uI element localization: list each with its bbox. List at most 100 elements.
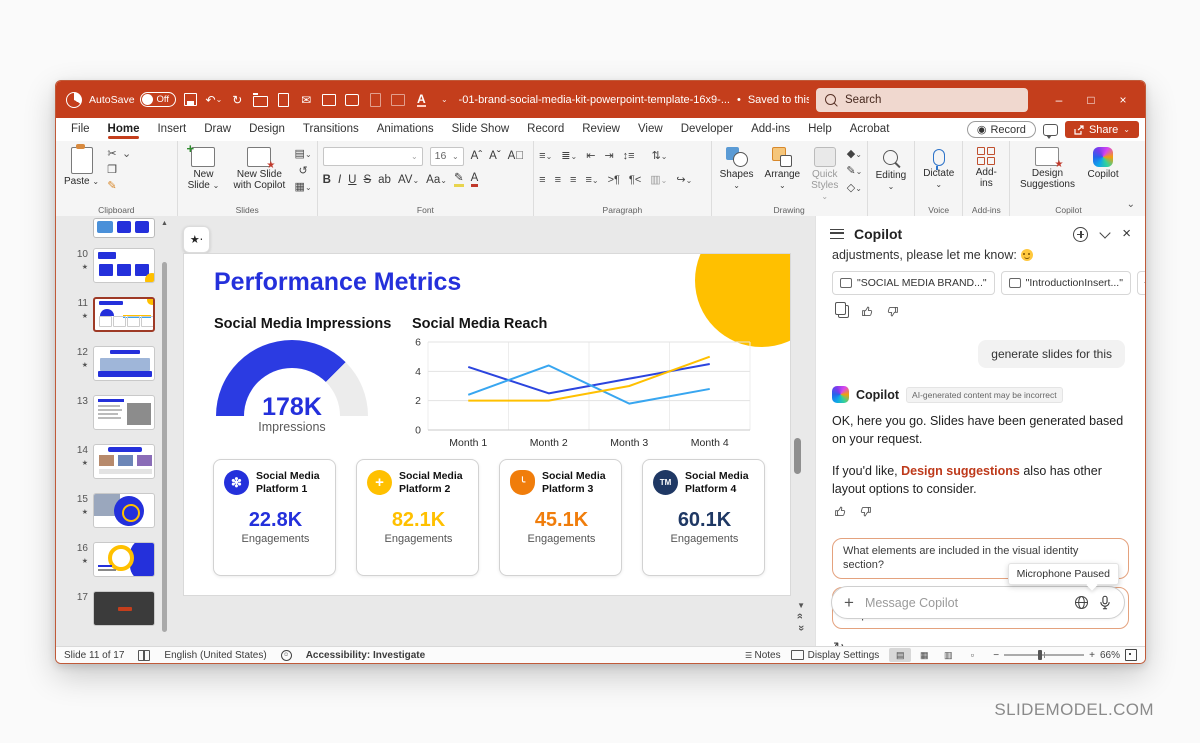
design-suggestions-link[interactable]: Design suggestions — [901, 464, 1020, 478]
dictate-button[interactable]: Dictate⌄ — [920, 146, 957, 191]
saved-status[interactable]: Saved to this PC ⌄ — [748, 94, 809, 106]
decrease-font-icon[interactable]: Aˇ — [489, 150, 501, 162]
bold-icon[interactable]: B — [323, 174, 331, 186]
maximize-button[interactable]: □ — [1077, 93, 1105, 107]
spellcheck-icon[interactable] — [138, 650, 150, 661]
character-spacing-icon[interactable]: AV⌄ — [398, 174, 419, 186]
copilot-input-box[interactable]: + — [831, 586, 1125, 619]
slide-thumbnail-11-selected[interactable]: 11★ — [70, 297, 171, 332]
copy-response-icon[interactable] — [838, 305, 849, 318]
new-slide-with-copilot-button[interactable]: ★ New Slide with Copilot — [229, 146, 289, 192]
open-icon[interactable] — [252, 92, 268, 108]
shadow-icon[interactable]: ab — [378, 174, 391, 186]
slide-thumbnail-17[interactable]: 17★ — [70, 591, 171, 626]
slide-layout-icon[interactable]: ▤⌄ — [295, 148, 312, 161]
italic-icon[interactable]: I — [338, 174, 341, 186]
undo-icon[interactable]: ↶⌄ — [206, 92, 223, 108]
add-content-icon[interactable]: + — [844, 593, 854, 613]
shape-effects-icon[interactable]: ◇⌄ — [847, 182, 862, 195]
thumbnail-scrollbar[interactable]: ▲ — [161, 224, 168, 642]
slide-sorter-view-button[interactable]: ▦ — [913, 648, 935, 662]
new-slide-button[interactable]: + New Slide ⌄ — [183, 146, 225, 192]
tab-animations[interactable]: Animations — [368, 121, 443, 139]
share-button[interactable]: Share⌄ — [1065, 121, 1139, 138]
tab-acrobat[interactable]: Acrobat — [841, 121, 899, 139]
slide-thumbnail-13[interactable]: 13★ — [70, 395, 171, 430]
collapse-ribbon-chevron[interactable]: ⌄ — [1127, 199, 1135, 210]
more-references-chip[interactable]: +15 — [1137, 271, 1146, 295]
previous-slide-button[interactable]: » — [797, 614, 806, 619]
font-color-icon[interactable]: A — [471, 173, 479, 187]
tab-draw[interactable]: Draw — [195, 121, 240, 139]
present-icon[interactable] — [344, 92, 360, 108]
slide-thumbnail-9-partial[interactable] — [70, 218, 171, 238]
platform-card-4[interactable]: TM Social Media Platform 4 60.1K Engagem… — [642, 459, 765, 576]
reference-chip-2[interactable]: "IntroductionInsert..." — [1001, 271, 1131, 295]
microphone-icon[interactable] — [1098, 595, 1112, 610]
autosave-toggle[interactable]: AutoSave Off — [89, 92, 176, 107]
reach-line-chart[interactable]: 0246Month 1Month 2Month 3Month 4 — [406, 334, 758, 457]
smartart-icon[interactable]: ↪⌄ — [676, 174, 692, 187]
zoom-out-button[interactable]: − — [993, 650, 999, 661]
normal-view-button[interactable]: ▤ — [889, 648, 911, 662]
thumbs-up-icon[interactable] — [861, 305, 874, 318]
rtl-icon[interactable]: ¶< — [629, 174, 641, 186]
zoom-level[interactable]: 66% — [1100, 650, 1120, 661]
slide-thumbnail-16[interactable]: 16★ — [70, 542, 171, 577]
justify-icon[interactable]: ≡⌄ — [585, 174, 598, 187]
globe-icon[interactable] — [1074, 595, 1089, 610]
align-center-icon[interactable]: ≡ — [555, 174, 561, 186]
tab-file[interactable]: File — [62, 121, 99, 139]
paste-options-chevron[interactable]: ⌄ — [122, 148, 131, 160]
fit-to-window-icon[interactable] — [1125, 649, 1137, 661]
clear-formatting-icon[interactable]: A⃠ — [508, 150, 524, 162]
bullets-icon[interactable]: ≡⌄ — [539, 150, 552, 163]
comments-icon[interactable] — [1043, 124, 1058, 136]
shape-outline-icon[interactable]: ✎⌄ — [846, 165, 862, 178]
search-box[interactable] — [816, 88, 1028, 112]
scroll-up-arrow[interactable]: ▲ — [161, 220, 168, 227]
section-icon[interactable]: ▦⌄ — [295, 181, 312, 194]
tab-developer[interactable]: Developer — [672, 121, 742, 139]
slide-title[interactable]: Performance Metrics — [214, 268, 461, 297]
collapse-panel-chevron[interactable] — [1100, 227, 1111, 238]
notes-button[interactable]: ☰ Notes — [745, 650, 781, 661]
customize-toolbar-icon[interactable]: ⌄ — [436, 92, 452, 108]
platform-card-1[interactable]: ❇ Social Media Platform 1 22.8K Engageme… — [213, 459, 336, 576]
designer-button[interactable]: ★⋅ — [183, 226, 210, 253]
impressions-gauge[interactable]: 178K Impressions — [216, 340, 368, 434]
save-icon[interactable] — [183, 92, 199, 108]
tab-design[interactable]: Design — [240, 121, 294, 139]
redo-icon[interactable]: ↻ — [229, 92, 245, 108]
shapes-button[interactable]: Shapes⌄ — [717, 146, 757, 192]
scroll-down-arrow[interactable]: ▼ — [797, 602, 805, 610]
slide-thumbnail-15[interactable]: 15★ — [70, 493, 171, 528]
tab-review[interactable]: Review — [573, 121, 629, 139]
close-panel-icon[interactable]: × — [1122, 228, 1131, 240]
columns-icon[interactable]: ▥⌄ — [650, 174, 667, 187]
language-status[interactable]: English (United States) — [164, 650, 266, 661]
slide-thumbnail-14[interactable]: 14★ — [70, 444, 171, 479]
reference-chip-1[interactable]: "SOCIAL MEDIA BRAND..." — [832, 271, 995, 295]
copilot-button[interactable]: Copilot — [1084, 146, 1121, 181]
close-button[interactable]: × — [1109, 93, 1137, 107]
tab-slide-show[interactable]: Slide Show — [443, 121, 519, 139]
copy-icon[interactable]: ❐ — [107, 164, 117, 176]
reset-slide-icon[interactable]: ↺ — [298, 165, 307, 177]
minimize-button[interactable]: – — [1045, 93, 1073, 107]
font-name-select[interactable]: ⌄ — [323, 147, 423, 166]
editing-button[interactable]: Editing⌄ — [873, 146, 910, 193]
decrease-indent-icon[interactable]: ⇤ — [586, 150, 595, 162]
impressions-heading[interactable]: Social Media Impressions — [214, 316, 391, 332]
tab-record[interactable]: Record — [518, 121, 573, 139]
tab-insert[interactable]: Insert — [148, 121, 195, 139]
new-file-icon[interactable] — [275, 92, 291, 108]
increase-font-icon[interactable]: Aˆ — [471, 150, 483, 162]
numbering-icon[interactable]: ≣⌄ — [561, 150, 577, 163]
zoom-slider[interactable] — [1004, 654, 1084, 656]
reading-view-button[interactable]: ▥ — [937, 648, 959, 662]
align-left-icon[interactable]: ≡ — [539, 174, 545, 186]
paste-button[interactable]: Paste ⌄ — [61, 146, 102, 188]
increase-indent-icon[interactable]: ⇥ — [604, 150, 613, 162]
tab-help[interactable]: Help — [799, 121, 841, 139]
